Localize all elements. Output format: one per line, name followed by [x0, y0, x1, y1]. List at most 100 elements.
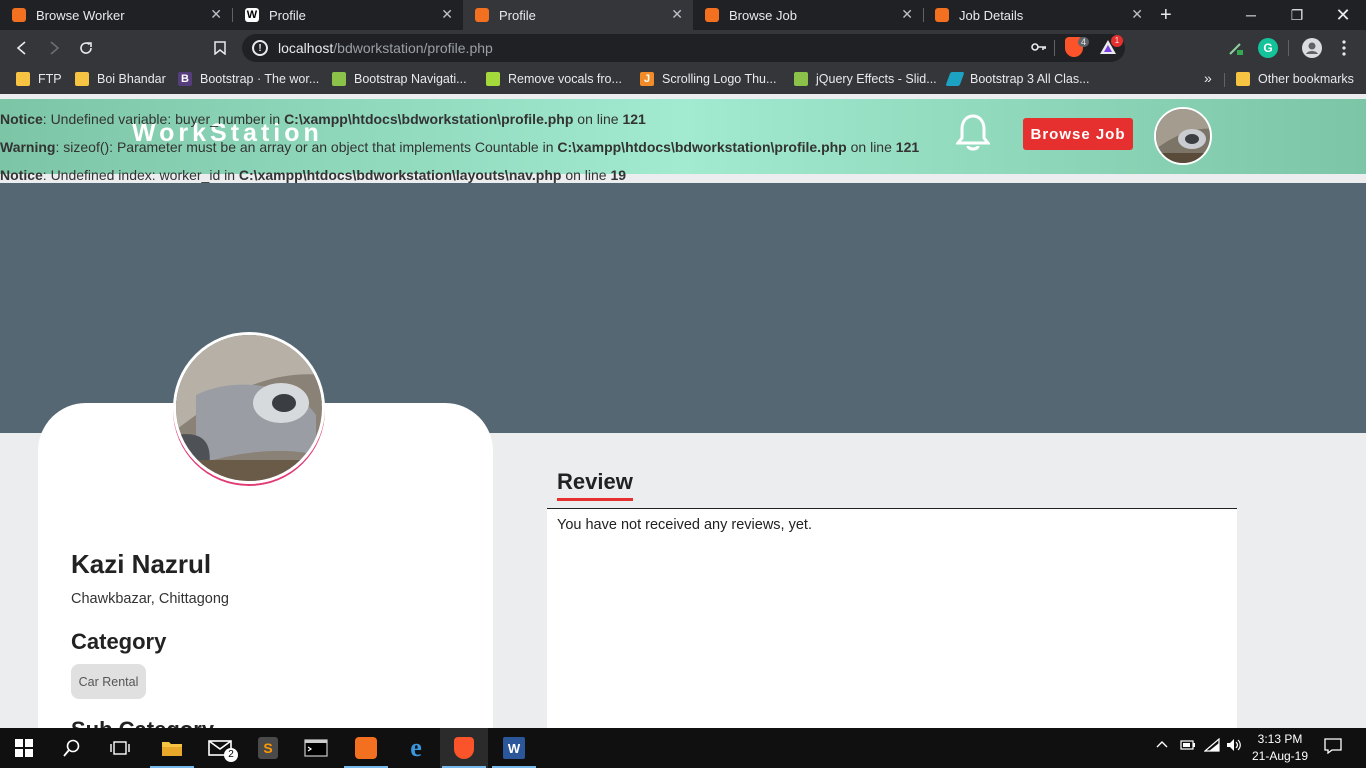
- window-close-icon[interactable]: ✕: [1320, 0, 1366, 30]
- volume-icon[interactable]: [1226, 738, 1242, 755]
- browse-job-button[interactable]: Browse Job: [1023, 118, 1133, 150]
- clock-date: 21-Aug-19: [1251, 749, 1309, 763]
- close-icon[interactable]: ✕: [671, 6, 683, 23]
- bookmark-label: Bootstrap · The wor...: [200, 72, 320, 86]
- edge-icon[interactable]: e: [392, 728, 440, 768]
- bookmark-label: FTP: [38, 72, 62, 86]
- other-bookmarks[interactable]: Other bookmarks: [1236, 72, 1354, 86]
- error-on-line: on line: [561, 167, 611, 183]
- profile-location: Chawkbazar, Chittagong: [71, 591, 229, 607]
- brave-taskbar-icon[interactable]: [440, 728, 488, 768]
- word-w-icon: W: [503, 737, 525, 759]
- url-path: /bdworkstation/profile.php: [333, 40, 493, 56]
- category-chip: Car Rental: [71, 664, 146, 699]
- error-file: C:\xampp\htdocs\bdworkstation\profile.ph…: [557, 139, 847, 155]
- bookmark-scrolling-logo[interactable]: J Scrolling Logo Thu...: [640, 72, 776, 86]
- tab-profile-active[interactable]: Profile ✕: [463, 0, 693, 30]
- minimize-icon[interactable]: ─: [1228, 0, 1274, 30]
- forward-icon[interactable]: [44, 38, 64, 58]
- tab-title: Browse Worker: [36, 7, 125, 23]
- key-icon[interactable]: [1031, 40, 1047, 57]
- tab-browse-job[interactable]: Browse Job ✕: [693, 0, 923, 30]
- windows-start-icon[interactable]: [0, 728, 48, 768]
- grammarly-icon[interactable]: G: [1258, 38, 1278, 58]
- tab-browse-worker[interactable]: Browse Worker ✕: [0, 0, 232, 30]
- omnibox-divider: [1054, 40, 1055, 56]
- sublime-text-icon[interactable]: S: [244, 728, 292, 768]
- file-explorer-icon[interactable]: [148, 728, 196, 768]
- xampp-taskbar-icon[interactable]: [342, 728, 390, 768]
- rewards-badge: 1: [1111, 35, 1123, 47]
- reload-icon[interactable]: [76, 38, 96, 58]
- command-prompt-icon[interactable]: [292, 728, 340, 768]
- bookmark-label: jQuery Effects - Slid...: [816, 72, 937, 86]
- error-message: : Undefined variable: buyer_number in: [42, 111, 285, 127]
- bookmarks-divider: [1224, 73, 1225, 87]
- xampp-icon: [705, 8, 719, 22]
- browser-toolbar: ! localhost /bdworkstation/profile.php 4…: [0, 30, 1366, 66]
- mail-icon[interactable]: 2: [196, 728, 244, 768]
- sublime-s-icon: S: [258, 737, 278, 759]
- windows-taskbar: 2 S e W 3:13 PM 21-Aug-19: [0, 728, 1366, 768]
- review-empty-text: You have not received any reviews, yet.: [557, 517, 812, 533]
- tray-overflow-icon[interactable]: [1156, 738, 1168, 754]
- back-icon[interactable]: [12, 38, 32, 58]
- close-icon[interactable]: ✕: [1131, 6, 1143, 23]
- error-level: Notice: [0, 111, 43, 127]
- bell-icon[interactable]: [954, 113, 992, 153]
- search-icon[interactable]: [48, 728, 96, 768]
- tab-title: Profile: [269, 7, 306, 23]
- site-icon: [794, 72, 808, 86]
- profile-avatar: [173, 332, 325, 484]
- bookmark-bootstrap[interactable]: B Bootstrap · The wor...: [178, 72, 319, 86]
- close-icon[interactable]: ✕: [441, 6, 453, 23]
- wifi-icon[interactable]: [1203, 737, 1220, 755]
- xampp-icon: [355, 737, 377, 759]
- task-view-icon[interactable]: [96, 728, 144, 768]
- bookmark-bootstrap3-classes[interactable]: Bootstrap 3 All Clas...: [945, 72, 1090, 86]
- info-icon[interactable]: !: [252, 40, 268, 56]
- tab-job-details[interactable]: Job Details ✕: [923, 0, 1153, 30]
- tab-title: Browse Job: [729, 7, 797, 23]
- error-message: : sizeof(): Parameter must be an array o…: [55, 139, 558, 155]
- bookmark-ftp[interactable]: FTP: [16, 72, 62, 86]
- xampp-icon: [12, 8, 26, 22]
- bookmark-jquery-effects[interactable]: jQuery Effects - Slid...: [794, 72, 937, 86]
- brave-lion-icon: [454, 737, 474, 759]
- error-line: 121: [895, 139, 920, 155]
- nav-avatar[interactable]: [1154, 107, 1212, 165]
- battery-icon[interactable]: [1180, 738, 1196, 754]
- error-file: C:\xampp\htdocs\bdworkstation\layouts\na…: [238, 167, 562, 183]
- system-clock[interactable]: 3:13 PM 21-Aug-19: [1248, 731, 1312, 765]
- word-icon[interactable]: W: [490, 728, 538, 768]
- tab-profile-1[interactable]: W Profile ✕: [233, 0, 463, 30]
- edge-e-icon: e: [410, 733, 422, 762]
- bookmarks-overflow[interactable]: »: [1204, 70, 1212, 86]
- php-warning-line: Warning: sizeof(): Parameter must be an …: [0, 133, 919, 161]
- bookmark-bootstrap-navigation[interactable]: Bootstrap Navigati...: [332, 72, 467, 86]
- close-icon[interactable]: ✕: [901, 6, 913, 23]
- error-line: 19: [610, 167, 627, 183]
- bookmarks-bar: FTP Boi Bhandar B Bootstrap · The wor...…: [0, 66, 1366, 94]
- bookmark-icon[interactable]: [210, 38, 230, 58]
- address-bar[interactable]: ! localhost /bdworkstation/profile.php 4…: [242, 34, 1125, 62]
- notifications-icon[interactable]: [1324, 738, 1342, 757]
- restore-icon[interactable]: ❐: [1274, 0, 1320, 30]
- error-on-line: on line: [846, 139, 896, 155]
- profile-icon[interactable]: [1302, 38, 1322, 58]
- bookmark-label: Other bookmarks: [1258, 72, 1354, 86]
- bookmark-boi-bhandar[interactable]: Boi Bhandar: [75, 72, 166, 86]
- error-file: C:\xampp\htdocs\bdworkstation\profile.ph…: [284, 111, 574, 127]
- close-icon[interactable]: ✕: [210, 6, 222, 23]
- mail-badge: 2: [224, 748, 238, 762]
- bootstrap-icon: B: [178, 72, 192, 86]
- php-error-messages: Notice: Undefined variable: buyer_number…: [0, 105, 919, 189]
- extension-pen-icon[interactable]: [1226, 38, 1246, 58]
- brave-badge: 4: [1077, 37, 1089, 47]
- folder-icon: [75, 72, 89, 86]
- error-level: Notice: [0, 167, 43, 183]
- bookmark-remove-vocals[interactable]: Remove vocals fro...: [486, 72, 622, 86]
- bookmark-label: Remove vocals fro...: [508, 72, 622, 86]
- menu-icon[interactable]: [1334, 38, 1354, 58]
- new-tab-button[interactable]: +: [1158, 0, 1182, 30]
